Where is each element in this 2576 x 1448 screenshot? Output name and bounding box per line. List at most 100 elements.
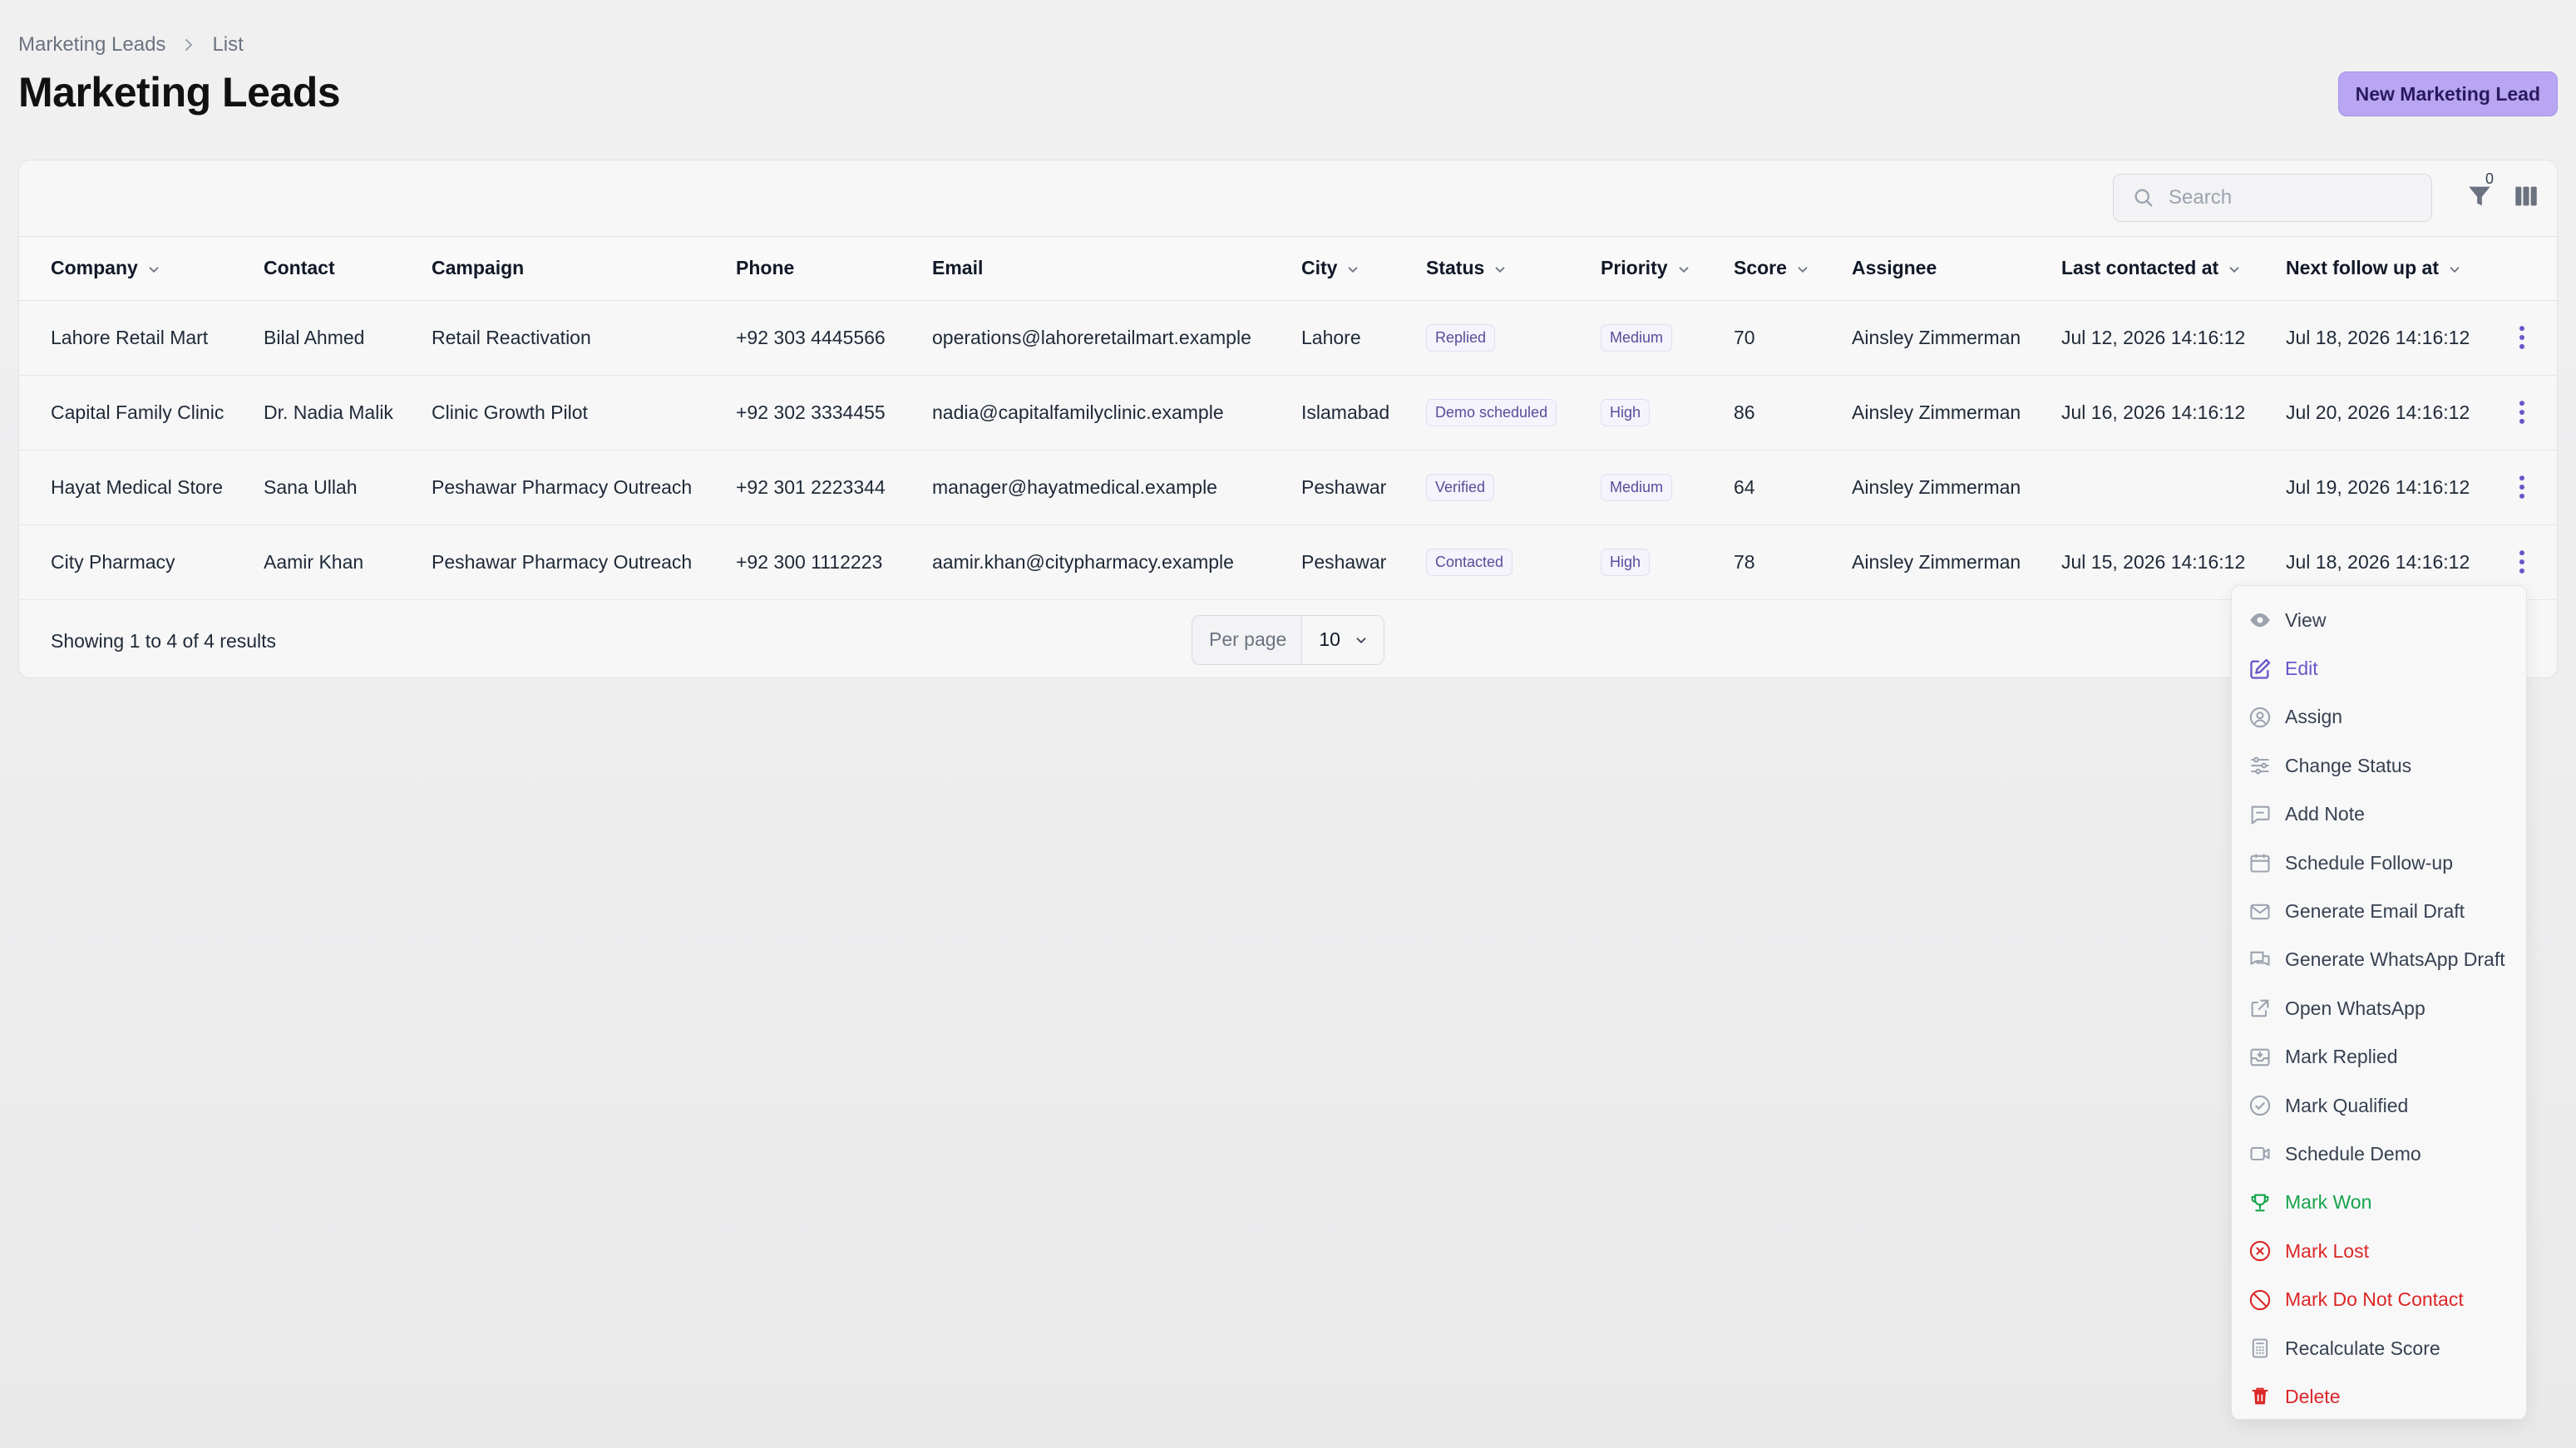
user-circle-icon (2249, 707, 2271, 728)
menu-item-mark-replied[interactable]: Mark Replied (2232, 1033, 2526, 1081)
menu-item-schedule-demo[interactable]: Schedule Demo (2232, 1130, 2526, 1178)
cell-email: nadia@capitalfamilyclinic.example (932, 401, 1224, 423)
chat-bubbles-icon (2250, 951, 2270, 966)
search-box[interactable] (2113, 174, 2432, 222)
chevron-right-icon (185, 39, 193, 51)
column-header-company[interactable]: Company (19, 237, 232, 301)
cell-company: City Pharmacy (51, 550, 175, 573)
menu-item-view[interactable]: View (2232, 596, 2526, 644)
menu-item-mark-won[interactable]: Mark Won (2232, 1179, 2526, 1227)
breadcrumb-root[interactable]: Marketing Leads (18, 33, 165, 57)
cell-next-follow-up: Jul 18, 2026 14:16:12 (2286, 326, 2470, 348)
table-row[interactable]: Hayat Medical Store Sana Ullah Peshawar … (19, 450, 2557, 525)
chevron-down-icon (2229, 267, 2239, 273)
menu-item-mark-qualified[interactable]: Mark Qualified (2232, 1081, 2526, 1130)
trash-icon (2252, 1388, 2268, 1405)
cell-city: Lahore (1301, 326, 1361, 348)
more-vertical-icon[interactable] (2505, 470, 2539, 504)
cell-email: aamir.khan@citypharmacy.example (932, 550, 1234, 573)
cell-last-contacted (2030, 450, 2254, 525)
sliders-icon (2251, 756, 2269, 775)
menu-item-edit[interactable]: Edit (2232, 644, 2526, 692)
status-badge: Verified (1426, 473, 1495, 501)
page-title: Marketing Leads (18, 69, 341, 116)
check-circle-icon (2249, 1095, 2271, 1116)
breadcrumb-current: List (212, 33, 244, 56)
per-page-value[interactable]: 10 (1301, 615, 1384, 664)
cell-email: operations@lahoreretailmart.example (932, 326, 1251, 348)
cell-actions (2474, 300, 2557, 375)
menu-item-generate-email-draft[interactable]: Generate Email Draft (2232, 887, 2526, 935)
eye-icon (2250, 613, 2270, 628)
cell-assignee: Ainsley Zimmerman (1852, 326, 2021, 348)
per-page-label: Per page (1209, 628, 1287, 650)
menu-item-assign[interactable]: Assign (2232, 693, 2526, 741)
cell-company: Capital Family Clinic (51, 401, 225, 423)
table-row[interactable]: City Pharmacy Aamir Khan Peshawar Pharma… (19, 525, 2557, 599)
new-marketing-lead-button[interactable]: New Marketing Lead (2337, 71, 2558, 116)
cell-phone: +92 301 2223344 (736, 475, 886, 498)
cell-contact: Sana Ullah (264, 475, 358, 498)
column-header-campaign: Campaign (400, 237, 704, 301)
status-badge: Replied (1426, 323, 1496, 352)
calculator-icon (2252, 1338, 2268, 1358)
column-header-priority[interactable]: Priority (1569, 237, 1702, 301)
menu-item-schedule-follow-up[interactable]: Schedule Follow-up (2232, 839, 2526, 887)
column-header-city[interactable]: City (1270, 237, 1394, 301)
column-header-next-follow-up[interactable]: Next follow up at (2254, 237, 2474, 301)
chevron-down-icon (2450, 267, 2460, 273)
column-header-actions (2474, 237, 2557, 301)
menu-item-open-whatsapp[interactable]: Open WhatsApp (2232, 984, 2526, 1032)
column-header-last-contacted[interactable]: Last contacted at (2030, 237, 2254, 301)
cell-next-follow-up: Jul 19, 2026 14:16:12 (2286, 475, 2470, 498)
search-input[interactable] (2169, 186, 2418, 209)
menu-item-mark-do-not-contact[interactable]: Mark Do Not Contact (2232, 1275, 2526, 1323)
more-vertical-icon[interactable] (2505, 321, 2539, 354)
column-header-assignee: Assignee (1820, 237, 2030, 301)
table-toolbar: 0 (19, 160, 2557, 237)
leads-table-card: 0 Company Contact Campaign Phone Email C… (18, 160, 2558, 678)
cell-status: Replied (1394, 300, 1569, 375)
inbox-icon (2250, 1048, 2270, 1066)
cell-phone: +92 303 4445566 (736, 326, 886, 348)
cell-priority: Medium (1569, 450, 1702, 525)
chevron-down-icon (1679, 267, 1688, 273)
status-badge: Demo scheduled (1426, 398, 1557, 426)
cell-assignee: Ainsley Zimmerman (1852, 550, 2021, 573)
no-symbol-icon (2249, 1289, 2271, 1310)
cell-phone: +92 300 1112223 (736, 550, 883, 573)
column-header-score[interactable]: Score (1702, 237, 1820, 301)
search-icon (2134, 189, 2153, 207)
cell-assignee: Ainsley Zimmerman (1852, 475, 2021, 498)
cell-score: 70 (1734, 326, 1755, 348)
more-vertical-icon[interactable] (2505, 545, 2539, 579)
cell-score: 78 (1734, 550, 1755, 573)
table-row[interactable]: Capital Family Clinic Dr. Nadia Malik Cl… (19, 375, 2557, 450)
status-badge: Contacted (1426, 548, 1513, 576)
menu-item-mark-lost[interactable]: Mark Lost (2232, 1227, 2526, 1275)
menu-item-add-note[interactable]: Add Note (2232, 790, 2526, 839)
cell-status: Verified (1394, 450, 1569, 525)
cell-city: Islamabad (1301, 401, 1390, 423)
table-row[interactable]: Lahore Retail Mart Bilal Ahmed Retail Re… (19, 300, 2557, 375)
cell-status: Demo scheduled (1394, 375, 1569, 450)
column-header-email: Email (901, 237, 1270, 301)
chevron-down-icon (1798, 267, 1808, 273)
menu-item-generate-whatsapp-draft[interactable]: Generate WhatsApp Draft (2232, 936, 2526, 984)
cell-actions (2474, 375, 2557, 450)
menu-item-change-status[interactable]: Change Status (2232, 741, 2526, 790)
cell-phone: +92 302 3334455 (736, 401, 886, 423)
table-header-row: Company Contact Campaign Phone Email Cit… (19, 237, 2557, 301)
column-header-status[interactable]: Status (1394, 237, 1569, 301)
trophy-icon (2251, 1194, 2269, 1212)
column-header-contact: Contact (232, 237, 400, 301)
per-page-select[interactable]: Per page 10 (1192, 614, 1384, 665)
more-vertical-icon[interactable] (2505, 396, 2539, 429)
chevron-down-icon (149, 267, 159, 273)
menu-item-recalculate-score[interactable]: Recalculate Score (2232, 1324, 2526, 1372)
columns-icon[interactable] (2512, 182, 2540, 210)
row-actions-menu: View Edit Assign Change Status Add Note … (2231, 585, 2527, 1420)
menu-item-delete[interactable]: Delete (2232, 1372, 2526, 1421)
cell-score: 86 (1734, 401, 1755, 423)
cell-last-contacted: Jul 16, 2026 14:16:12 (2061, 401, 2246, 423)
